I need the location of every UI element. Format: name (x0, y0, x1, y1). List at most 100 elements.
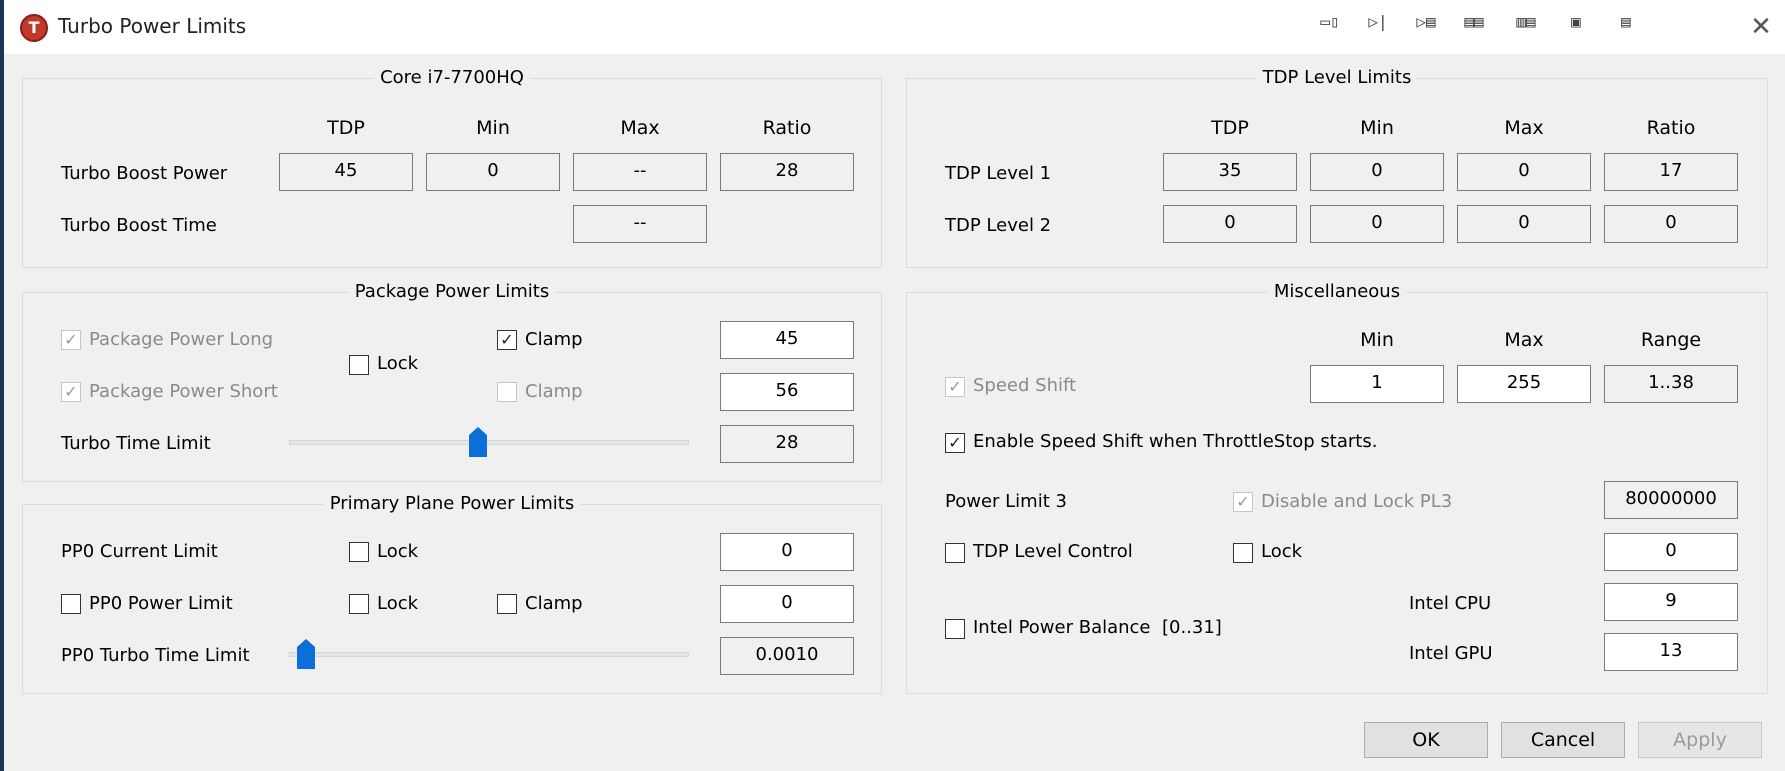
package-power-short-checkbox[interactable]: ✓ (61, 382, 81, 402)
turbo-time-slider-thumb[interactable] (468, 427, 487, 457)
turbo-boost-power-ratio: 28 (720, 153, 854, 191)
turbo-boost-power-min: 0 (426, 153, 560, 191)
intel-cpu-input[interactable]: 9 (1604, 583, 1738, 621)
turbo-time-limit-label: Turbo Time Limit (61, 433, 211, 454)
save-icon[interactable]: ▣ (1560, 10, 1592, 34)
tdp-level-control-label: TDP Level Control (973, 541, 1133, 562)
delete-icon[interactable]: ▤ (1610, 10, 1642, 34)
title-bar[interactable]: T Turbo Power Limits ▭▯ ▷| ▷▤ ▤▤ ▥▤ ▣ ▤ … (4, 0, 1785, 54)
pp0-power-clamp-label: Clamp (525, 593, 583, 614)
pp0-current-lock-label: Lock (377, 541, 419, 562)
tdp-level2-min: 0 (1310, 205, 1444, 243)
package-clamp-short-checkbox[interactable] (497, 382, 517, 402)
turbo-time-limit-value: 28 (720, 425, 854, 463)
apply-button[interactable]: Apply (1638, 722, 1762, 758)
intel-power-balance-checkbox[interactable] (945, 619, 965, 639)
header-tdp: TDP (327, 117, 365, 139)
header-max: Max (620, 117, 660, 139)
header-range: Range (1640, 329, 1702, 351)
intel-gpu-label: Intel GPU (1409, 643, 1493, 664)
package-lock-checkbox[interactable] (349, 355, 369, 375)
pp0-power-lock-checkbox[interactable] (349, 594, 369, 614)
tdp-level2-tdp: 0 (1163, 205, 1297, 243)
pp0-current-lock-checkbox[interactable] (349, 542, 369, 562)
tdp-level-lock-checkbox[interactable] (1233, 543, 1253, 563)
dialog-body: Core i7-7700HQ TDP Min Max Ratio Turbo B… (4, 54, 1785, 771)
speed-shift-range: 1..38 (1604, 365, 1738, 403)
pp0-turbo-time-slider-track[interactable] (289, 652, 689, 657)
package-power-long-checkbox[interactable]: ✓ (61, 330, 81, 350)
pp0-power-limit-checkbox[interactable] (61, 594, 81, 614)
turbo-boost-time-label: Turbo Boost Time (61, 215, 217, 236)
power-balance-range: [0..31] (1161, 617, 1222, 638)
package-clamp-short-label: Clamp (525, 381, 583, 402)
power-balance-text: Intel Power Balance (973, 617, 1151, 638)
turbo-boost-power-label: Turbo Boost Power (61, 163, 228, 184)
intel-gpu-input[interactable]: 13 (1604, 633, 1738, 671)
intel-power-balance-label: Intel Power Balance [0..31] (973, 617, 1222, 638)
tdp-level2-max: 0 (1457, 205, 1591, 243)
turbo-boost-time-value: -- (573, 205, 707, 243)
turbo-boost-power-tdp: 45 (279, 153, 413, 191)
miscellaneous-group: Miscellaneous Min Max Range ✓ Speed Shif… (906, 281, 1768, 694)
speed-shift-min-input[interactable]: 1 (1310, 365, 1444, 403)
header-ratio: Ratio (1646, 117, 1696, 139)
grid-icon[interactable]: ▤▤ (1458, 10, 1490, 34)
disable-lock-pl3-checkbox[interactable]: ✓ (1233, 492, 1253, 512)
cpu-group: Core i7-7700HQ TDP Min Max Ratio Turbo B… (22, 67, 882, 268)
tdp-group-legend: TDP Level Limits (1256, 67, 1418, 88)
intel-cpu-label: Intel CPU (1409, 593, 1492, 614)
tdp-level-group: TDP Level Limits TDP Min Max Ratio TDP L… (906, 67, 1768, 268)
pp0-current-limit-label: PP0 Current Limit (61, 541, 218, 562)
package-lock-label: Lock (377, 353, 419, 374)
speed-shift-max-input[interactable]: 255 (1457, 365, 1591, 403)
step-list-icon[interactable]: ▷▤ (1410, 10, 1442, 34)
step-icon[interactable]: ▷| (1362, 10, 1394, 34)
tdp-level2-label: TDP Level 2 (945, 215, 1052, 236)
tdp-level1-tdp: 35 (1163, 153, 1297, 191)
package-power-short-label: Package Power Short (89, 381, 278, 402)
disable-lock-pl3-label: Disable and Lock PL3 (1261, 491, 1453, 512)
tdp-level1-max: 0 (1457, 153, 1591, 191)
throttlestop-icon: T (20, 14, 48, 42)
header-min: Min (1360, 329, 1394, 351)
enable-speed-shift-label: Enable Speed Shift when ThrottleStop sta… (973, 431, 1378, 452)
header-max: Max (1504, 117, 1544, 139)
header-tdp: TDP (1211, 117, 1249, 139)
pp0-power-lock-label: Lock (377, 593, 419, 614)
turbo-time-slider-track[interactable] (289, 440, 689, 445)
close-icon[interactable]: ✕ (1744, 10, 1778, 44)
pp0-power-limit-label: PP0 Power Limit (89, 593, 233, 614)
panel-icon[interactable]: ▭▯ (1314, 10, 1346, 34)
header-max: Max (1504, 329, 1544, 351)
package-power-group: Package Power Limits ✓ Package Power Lon… (22, 281, 882, 482)
tdp-level-control-input[interactable]: 0 (1604, 533, 1738, 571)
pp0-turbo-time-slider-thumb[interactable] (296, 639, 315, 669)
tdp-level1-label: TDP Level 1 (945, 163, 1052, 184)
cancel-button[interactable]: Cancel (1501, 722, 1625, 758)
speed-shift-checkbox[interactable]: ✓ (945, 377, 965, 397)
pp0-current-limit-input[interactable]: 0 (720, 533, 854, 571)
enable-speed-shift-checkbox[interactable]: ✓ (945, 433, 965, 453)
package-power-short-input[interactable]: 56 (720, 373, 854, 411)
primary-plane-group: Primary Plane Power Limits PP0 Current L… (22, 493, 882, 694)
power-limit3-value: 80000000 (1604, 481, 1738, 519)
pp0-power-limit-input[interactable]: 0 (720, 585, 854, 623)
pp0-turbo-time-value: 0.0010 (720, 637, 854, 675)
package-power-long-input[interactable]: 45 (720, 321, 854, 359)
package-clamp-long-label: Clamp (525, 329, 583, 350)
primary-plane-legend: Primary Plane Power Limits (323, 493, 581, 514)
package-power-long-label: Package Power Long (89, 329, 274, 350)
grid-alt-icon[interactable]: ▥▤ (1510, 10, 1542, 34)
header-min: Min (476, 117, 510, 139)
tdp-level-control-checkbox[interactable] (945, 543, 965, 563)
dialog-window: T Turbo Power Limits ▭▯ ▷| ▷▤ ▤▤ ▥▤ ▣ ▤ … (0, 0, 1785, 771)
tdp-level1-min: 0 (1310, 153, 1444, 191)
tdp-level1-ratio: 17 (1604, 153, 1738, 191)
pp0-turbo-time-label: PP0 Turbo Time Limit (61, 645, 250, 666)
power-limit3-label: Power Limit 3 (945, 491, 1067, 512)
pp0-power-clamp-checkbox[interactable] (497, 594, 517, 614)
header-ratio: Ratio (762, 117, 812, 139)
ok-button[interactable]: OK (1364, 722, 1488, 758)
package-clamp-long-checkbox[interactable]: ✓ (497, 330, 517, 350)
